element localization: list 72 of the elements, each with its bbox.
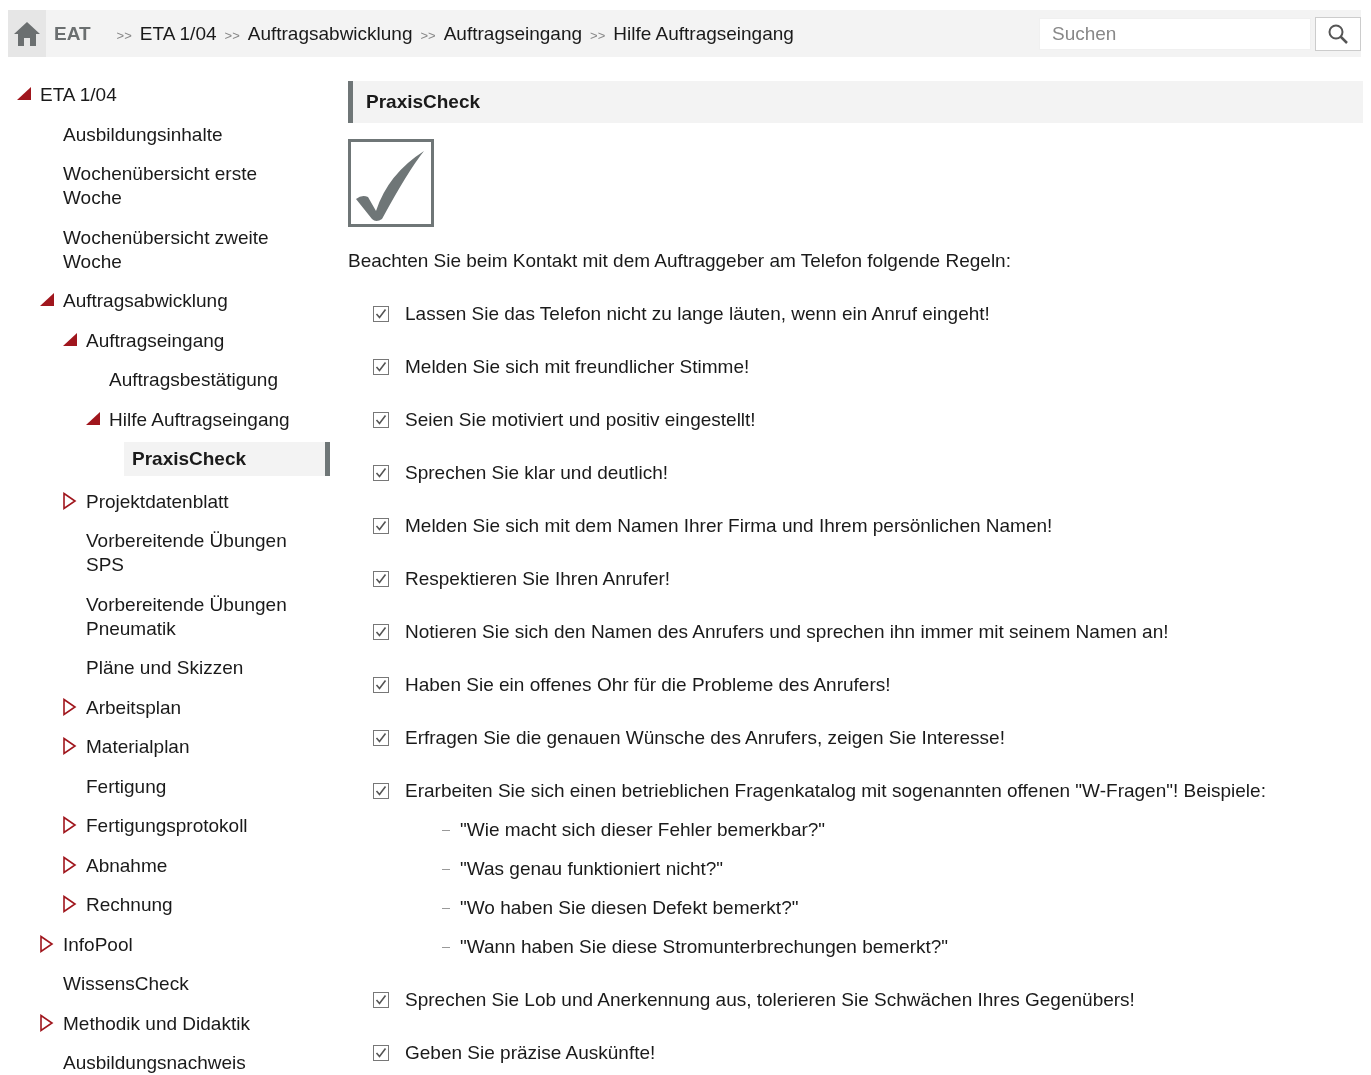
collapsed-triangle-icon[interactable]: [62, 737, 78, 755]
rule-text: Sprechen Sie Lob und Anerkennung aus, tolerieren Sie Schwächen Ihres Gegenübers!: [405, 988, 1135, 1012]
tree-item[interactable]: PraxisCheck: [124, 442, 330, 476]
breadcrumb-separator: >>: [420, 28, 436, 43]
dash-icon: [442, 829, 450, 831]
rule-text: Seien Sie motiviert und positiv eingestellt!: [405, 408, 756, 432]
collapsed-triangle-icon[interactable]: [62, 816, 78, 834]
site-name[interactable]: EAT: [54, 22, 91, 45]
tree-item[interactable]: Projektdatenblatt: [86, 489, 330, 514]
search-field[interactable]: Suchen: [1039, 17, 1311, 50]
rule-text: Sprechen Sie klar und deutlich!: [405, 461, 668, 485]
tree-item[interactable]: Materialplan: [86, 735, 330, 759]
checkmark-icon: [348, 139, 434, 227]
collapsed-triangle-icon[interactable]: [62, 491, 78, 510]
collapsed-triangle-icon[interactable]: [39, 1013, 55, 1032]
expanded-triangle-icon[interactable]: [39, 291, 55, 309]
home-icon: [13, 19, 41, 48]
example-question: "Wo haben Sie diesen Defekt bemerkt?": [460, 896, 799, 920]
intro-text: Beachten Sie beim Kontakt mit dem Auftraggeber am Telefon folgende Regeln:: [348, 249, 1012, 273]
tree-item[interactable]: Fertigung: [86, 774, 330, 799]
tree-item[interactable]: Auftragsabwicklung: [63, 289, 330, 313]
rule-text: Respektieren Sie Ihren Anrufer!: [405, 567, 671, 591]
tree-item[interactable]: Wochenübersicht erste Woche: [63, 162, 330, 210]
tree-item[interactable]: InfoPool: [63, 932, 330, 957]
example-question: "Wie macht sich dieser Fehler bemerkbar?": [460, 818, 826, 842]
rule-text: Geben Sie präzise Auskünfte!: [405, 1041, 656, 1065]
rule-text: Melden Sie sich mit freundlicher Stimme!: [405, 355, 750, 379]
collapsed-triangle-icon[interactable]: [39, 934, 55, 953]
search-button[interactable]: [1315, 16, 1361, 51]
expanded-triangle-icon[interactable]: [16, 85, 32, 103]
example-question: "Wann haben Sie diese Stromunterbrechungen bemerkt?": [460, 935, 949, 959]
tree-item[interactable]: Fertigungsprotokoll: [86, 814, 330, 838]
tree-item[interactable]: Auftragseingang: [86, 328, 330, 353]
rule-text: Notieren Sie sich den Namen des Anrufers und sprechen ihn immer mit seinem Namen an!: [405, 620, 1169, 644]
tree-item[interactable]: Abnahme: [86, 853, 330, 878]
tree-item[interactable]: WissensCheck: [63, 972, 330, 996]
dash-icon: [442, 907, 450, 909]
tree-item[interactable]: Rechnung: [86, 893, 330, 917]
collapsed-triangle-icon[interactable]: [62, 855, 78, 874]
breadcrumb-link[interactable]: Auftragseingang: [443, 22, 583, 45]
home-button[interactable]: [8, 10, 46, 57]
page-title: PraxisCheck: [348, 81, 1363, 123]
tree-item[interactable]: Vorbereitende Übungen SPS: [86, 529, 330, 577]
tree-item[interactable]: Hilfe Auftragseingang: [109, 407, 330, 432]
breadcrumb-separator: >>: [224, 28, 240, 43]
tree-item[interactable]: Arbeitsplan: [86, 695, 330, 720]
rule-text: Haben Sie ein offenes Ohr für die Probleme des Anrufers!: [405, 673, 891, 697]
breadcrumb-link[interactable]: Hilfe Auftragseingang: [613, 22, 794, 45]
tree-item[interactable]: Vorbereitende Übungen Pneumatik: [86, 592, 330, 641]
breadcrumb-separator: >>: [590, 28, 606, 43]
expanded-triangle-icon[interactable]: [85, 409, 101, 428]
tree-item[interactable]: Methodik und Didaktik: [63, 1011, 330, 1036]
dash-icon: [442, 868, 450, 870]
rule-text: Erfragen Sie die genauen Wünsche des Anrufers, zeigen Sie Interesse!: [405, 726, 1005, 750]
tree-item[interactable]: Wochenübersicht zweite Woche: [63, 225, 330, 274]
rule-text: Lassen Sie das Telefon nicht zu lange läuten, wenn ein Anruf eingeht!: [405, 302, 990, 326]
expanded-triangle-icon[interactable]: [62, 330, 78, 349]
breadcrumb-separator: >>: [116, 28, 132, 43]
example-question: "Was genau funktioniert nicht?": [460, 857, 724, 881]
rule-text: Erarbeiten Sie sich einen betrieblichen Fragenkatalog mit sogenannten offenen "W-Fragen"! Beispiele:: [405, 779, 1266, 803]
collapsed-triangle-icon[interactable]: [62, 697, 78, 716]
tree-item[interactable]: Auftragsbestätigung: [109, 368, 330, 392]
breadcrumb-link[interactable]: ETA 1/04: [139, 22, 217, 45]
rule-text: Melden Sie sich mit dem Namen Ihrer Firma und Ihrem persönlichen Namen!: [405, 514, 1053, 538]
tree-item[interactable]: Ausbildungsnachweis: [63, 1051, 330, 1075]
tree-item[interactable]: Pläne und Skizzen: [86, 656, 330, 680]
dash-icon: [442, 946, 450, 948]
search-icon: [1327, 22, 1349, 45]
tree-item[interactable]: Ausbildungsinhalte: [63, 122, 330, 147]
collapsed-triangle-icon[interactable]: [62, 895, 78, 913]
tree-item[interactable]: ETA 1/04: [40, 83, 330, 107]
breadcrumb-link[interactable]: Auftragsabwicklung: [247, 22, 413, 45]
